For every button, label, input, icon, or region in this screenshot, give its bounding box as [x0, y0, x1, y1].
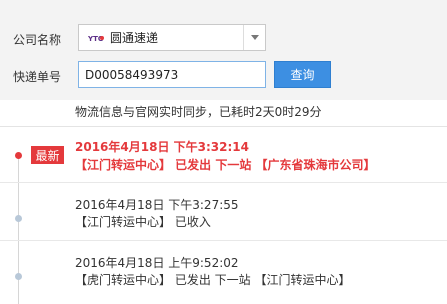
chevron-down-icon[interactable]	[243, 25, 265, 50]
entry-time: 2016年4月18日 上午9:52:02	[75, 256, 239, 270]
query-form-panel: 公司名称 YTO 圆通速递 快递单号 查询	[0, 0, 447, 100]
yto-logo-icon: YTO	[88, 32, 104, 44]
company-selected-value: 圆通速递	[110, 31, 159, 45]
entry-desc: 【江门转运中心】 已收入	[75, 215, 211, 229]
timeline-dot	[15, 215, 22, 222]
timeline-dot	[15, 273, 22, 280]
query-button[interactable]: 查询	[274, 61, 331, 88]
divider	[0, 126, 447, 127]
entry-separator	[0, 182, 447, 183]
entry-desc: 【虎门转运中心】 已发出 下一站 【江门转运中心】	[75, 273, 351, 287]
sync-notice: 物流信息与官网实时同步，已耗时2天0时29分	[75, 105, 322, 119]
entry-time: 2016年4月18日 下午3:32:14	[75, 140, 249, 154]
latest-badge: 最新	[31, 146, 64, 164]
tracking-number-input[interactable]	[78, 61, 266, 88]
company-select[interactable]: YTO 圆通速递	[78, 24, 266, 51]
entry-desc: 【江门转运中心】 已发出 下一站 【广东省珠海市公司】	[75, 158, 376, 172]
number-label: 快递单号	[13, 70, 62, 84]
entry-separator	[0, 240, 447, 241]
company-label: 公司名称	[13, 33, 62, 47]
timeline-line	[18, 156, 19, 304]
timeline-dot-latest	[15, 152, 22, 159]
entry-time: 2016年4月18日 下午3:27:55	[75, 198, 239, 212]
